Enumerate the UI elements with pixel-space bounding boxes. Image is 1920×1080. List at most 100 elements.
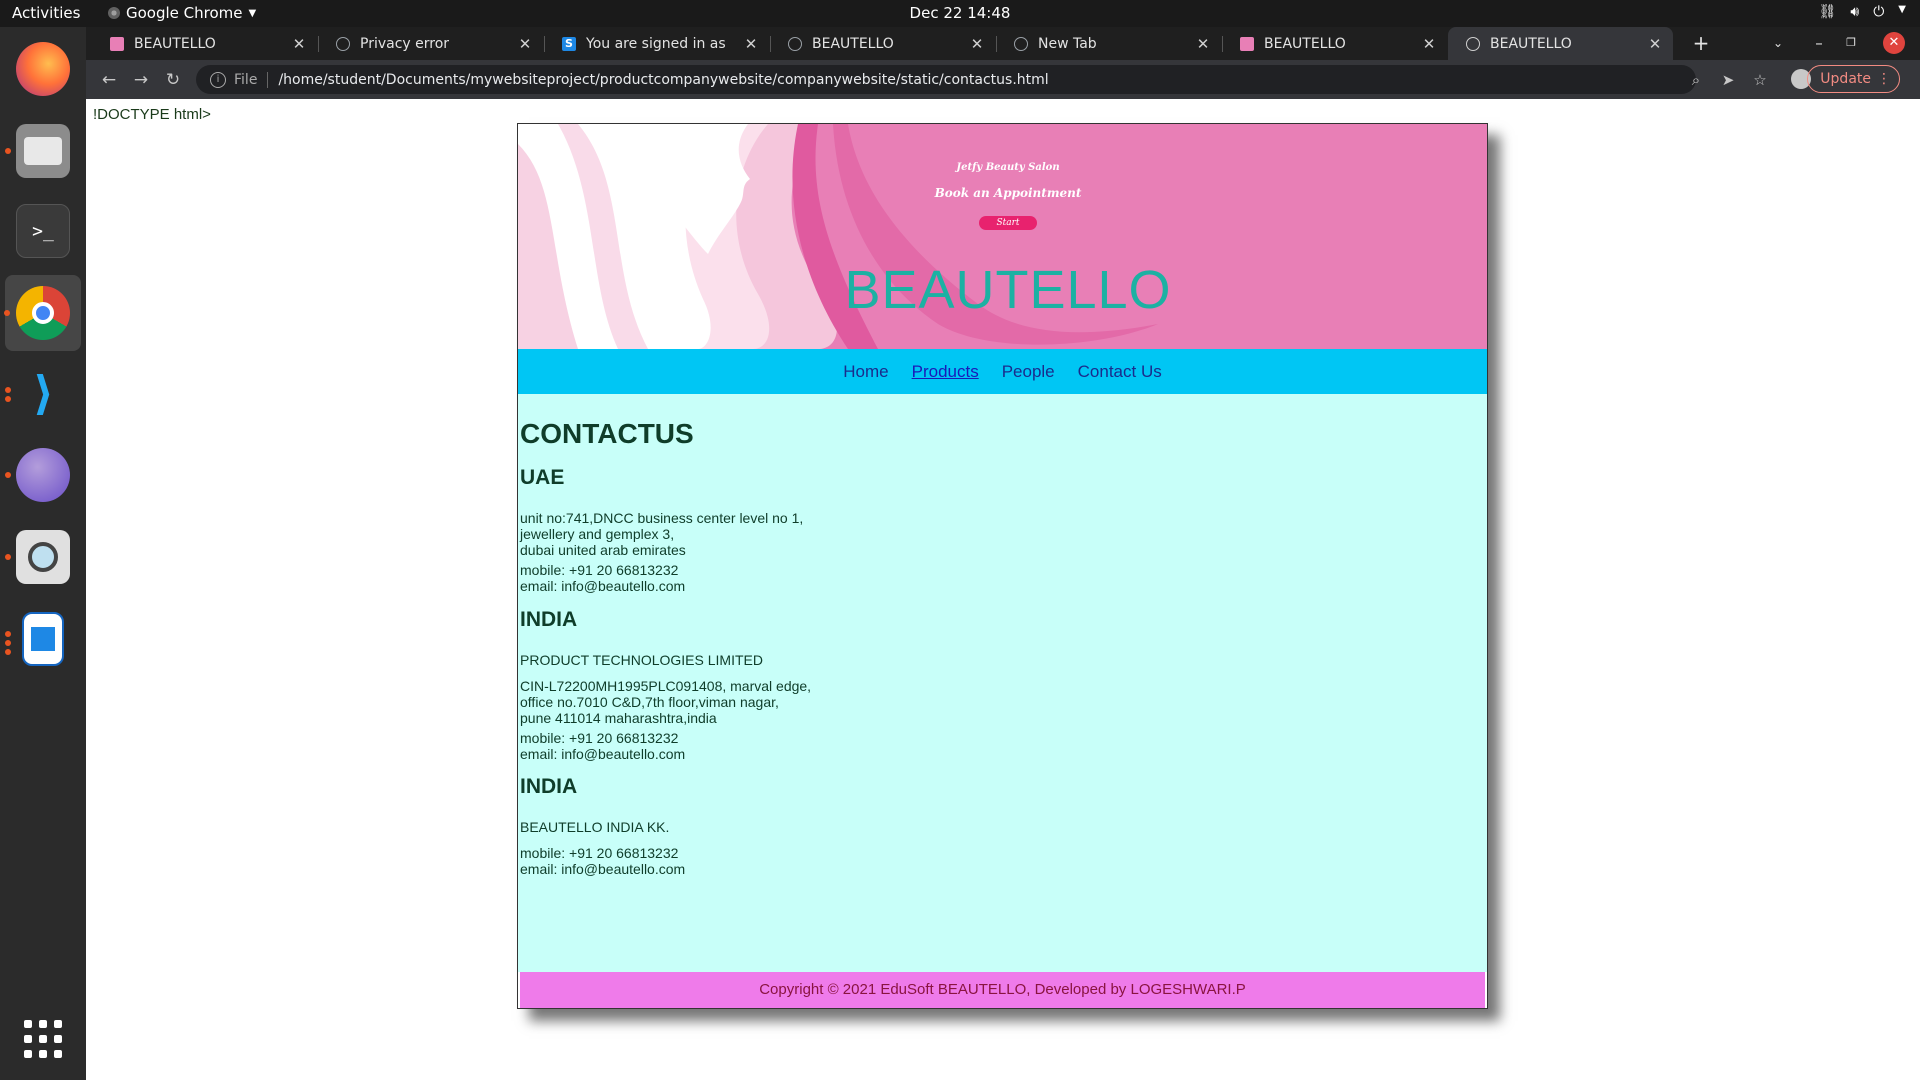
- tab-title: BEAUTELLO: [1264, 35, 1346, 52]
- tab[interactable]: BEAUTELLO ✕: [92, 27, 317, 60]
- region-heading-uae: UAE: [520, 466, 565, 489]
- address-bar[interactable]: i File /home/student/Documents/mywebsite…: [196, 65, 1696, 94]
- url-text[interactable]: /home/student/Documents/mywebsiteproject…: [278, 72, 1048, 88]
- tab-strip: BEAUTELLO ✕ Privacy error ✕ S You are si…: [86, 27, 1920, 60]
- system-tray[interactable]: ⛓ 🔊︎ ⏻ ▼: [1819, 4, 1906, 20]
- contact-india-1: mobile: +91 20 66813232 email: info@beau…: [520, 730, 686, 762]
- region-heading-india-1: INDIA: [520, 608, 578, 631]
- tab[interactable]: New Tab ✕: [996, 27, 1221, 60]
- tab[interactable]: Privacy error ✕: [318, 27, 543, 60]
- chrome-icon: [16, 286, 70, 340]
- volume-icon: 🔊︎: [1850, 4, 1860, 20]
- doctype-stray-text: !DOCTYPE html>: [93, 106, 211, 123]
- tab-search-chevron-icon[interactable]: ⌄: [1767, 32, 1789, 54]
- tab-title: BEAUTELLO: [1490, 35, 1572, 52]
- tab[interactable]: BEAUTELLO ✕: [770, 27, 995, 60]
- back-arrow-icon[interactable]: ←: [98, 69, 120, 91]
- browser-toolbar: ← → ↻ i File /home/student/Documents/myw…: [86, 60, 1920, 99]
- tab-title: Privacy error: [360, 35, 450, 52]
- tab-close-icon[interactable]: ✕: [1419, 35, 1439, 53]
- dock-firefox[interactable]: [13, 39, 73, 99]
- running-indicator: [5, 148, 11, 154]
- document-icon: [22, 612, 64, 666]
- globe-icon: [16, 448, 70, 502]
- address-india-1: CIN-L72200MH1995PLC091408, marval edge, …: [520, 678, 812, 726]
- update-label: Update: [1820, 71, 1871, 87]
- book-appointment-text: Book an Appointment: [934, 186, 1082, 200]
- company-india-2: BEAUTELLO INDIA KK.: [520, 819, 670, 835]
- dock-writer[interactable]: [5, 609, 73, 669]
- page-viewport: !DOCTYPE html> Jetfy Beauty Salon Book a…: [86, 99, 1920, 1080]
- magnifier-icon: [16, 530, 70, 584]
- vscode-icon: ⟩: [29, 366, 57, 420]
- tab-active[interactable]: BEAUTELLO ✕: [1448, 27, 1673, 60]
- running-indicator: [5, 472, 11, 478]
- dock: >_ ⟩: [0, 27, 86, 1080]
- tab-favicon-icon: [1240, 36, 1254, 51]
- dock-show-apps[interactable]: [13, 1009, 73, 1069]
- globe-icon: [788, 36, 802, 51]
- reload-icon[interactable]: ↻: [162, 69, 184, 91]
- new-tab-plus-icon[interactable]: +: [1690, 32, 1712, 54]
- running-indicator: [5, 649, 11, 655]
- bookmark-star-icon[interactable]: ☆: [1749, 69, 1771, 91]
- system-top-bar: Activities Google Chrome ▼ Dec 22 14:48 …: [0, 0, 1920, 27]
- info-icon[interactable]: i: [210, 71, 226, 88]
- tab-title: BEAUTELLO: [812, 35, 894, 52]
- tab-title: New Tab: [1038, 35, 1097, 52]
- forward-arrow-icon[interactable]: →: [130, 69, 152, 91]
- restore-icon[interactable]: ❐: [1840, 32, 1862, 54]
- tab-close-icon[interactable]: ✕: [1645, 35, 1665, 53]
- dock-image-viewer[interactable]: [5, 527, 73, 587]
- website-container: Jetfy Beauty Salon Book an Appointment S…: [517, 123, 1488, 1009]
- dock-vscode[interactable]: ⟩: [5, 363, 73, 423]
- company-india-1: PRODUCT TECHNOLOGIES LIMITED: [520, 652, 763, 668]
- dock-files[interactable]: [5, 121, 73, 181]
- start-button[interactable]: Start: [979, 216, 1037, 230]
- files-icon: [16, 124, 70, 178]
- caret-down-icon: ▼: [1898, 4, 1906, 15]
- network-icon: ⛓: [1818, 4, 1837, 20]
- clock[interactable]: Dec 22 14:48: [910, 4, 1011, 22]
- running-indicator: [5, 631, 11, 637]
- terminal-icon: >_: [16, 204, 70, 258]
- app-menu[interactable]: Google Chrome ▼: [108, 4, 256, 22]
- tab-close-icon[interactable]: ✕: [741, 35, 761, 53]
- nav-people[interactable]: People: [1002, 362, 1055, 382]
- page-title: CONTACTUS: [520, 418, 694, 449]
- running-indicator: [5, 387, 11, 393]
- activities-button[interactable]: Activities: [12, 4, 80, 22]
- header-banner: Jetfy Beauty Salon Book an Appointment S…: [518, 124, 1487, 349]
- zoom-icon[interactable]: ⌕: [1685, 69, 1707, 91]
- nav-contact-us[interactable]: Contact Us: [1078, 362, 1162, 382]
- dock-browser[interactable]: [5, 445, 73, 505]
- minimize-icon[interactable]: –: [1808, 32, 1830, 54]
- nav-products[interactable]: Products: [912, 362, 979, 382]
- contact-india-2: mobile: +91 20 66813232 email: info@beau…: [520, 845, 686, 877]
- contact-uae: mobile: +91 20 66813232 email: info@beau…: [520, 562, 686, 594]
- tab-close-icon[interactable]: ✕: [1193, 35, 1213, 53]
- close-window-icon[interactable]: ✕: [1883, 32, 1905, 54]
- power-icon: ⏻: [1873, 4, 1885, 20]
- firefox-icon: [16, 42, 70, 96]
- tab-title: You are signed in as 212: [586, 35, 731, 52]
- app-menu-label: Google Chrome: [126, 4, 243, 22]
- menu-kebab-icon[interactable]: ⋮: [1877, 66, 1891, 92]
- tab-close-icon[interactable]: ✕: [967, 35, 987, 53]
- tab-title: BEAUTELLO: [134, 35, 216, 52]
- globe-icon: [1466, 36, 1480, 51]
- app-grid-icon: [24, 1020, 62, 1058]
- s-favicon-icon: S: [562, 36, 576, 51]
- tab-close-icon[interactable]: ✕: [515, 35, 535, 53]
- update-button[interactable]: Update ⋮: [1807, 65, 1900, 93]
- tab[interactable]: S You are signed in as 212 ✕: [544, 27, 769, 60]
- dock-terminal[interactable]: >_: [13, 201, 73, 261]
- send-icon[interactable]: ➤: [1717, 69, 1739, 91]
- divider: [267, 71, 269, 88]
- tab-close-icon[interactable]: ✕: [289, 35, 309, 53]
- nav-home[interactable]: Home: [843, 362, 888, 382]
- salon-name: Jetfy Beauty Salon: [956, 162, 1060, 173]
- dock-chrome[interactable]: [4, 275, 81, 351]
- tab[interactable]: BEAUTELLO ✕: [1222, 27, 1447, 60]
- region-heading-india-2: INDIA: [520, 775, 578, 798]
